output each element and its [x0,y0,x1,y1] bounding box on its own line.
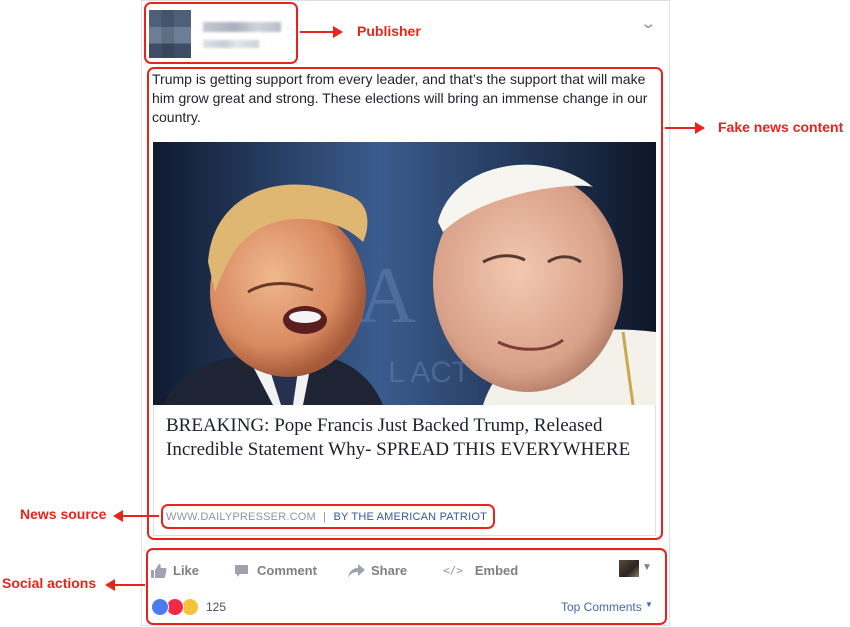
content-highlight-box [147,67,663,540]
social-arrow [113,584,145,586]
social-actions-annotation: Social actions [2,575,97,591]
social-highlight-box [146,548,667,625]
content-arrow-head [695,122,705,134]
publisher-arrow [300,31,335,33]
news-source-annotation: News source [20,506,107,522]
content-arrow [665,127,697,129]
reactions-summary[interactable] [151,598,199,616]
chevron-down-icon[interactable]: ⌄ [639,14,657,32]
source-highlight-box [161,504,495,529]
publisher-highlight-box [144,2,298,64]
fake-content-annotation: Fake news content [718,119,844,135]
publisher-annotation: Publisher [357,23,421,39]
source-arrow [121,515,159,517]
like-reaction-icon [151,598,169,616]
publisher-arrow-head [333,26,343,38]
